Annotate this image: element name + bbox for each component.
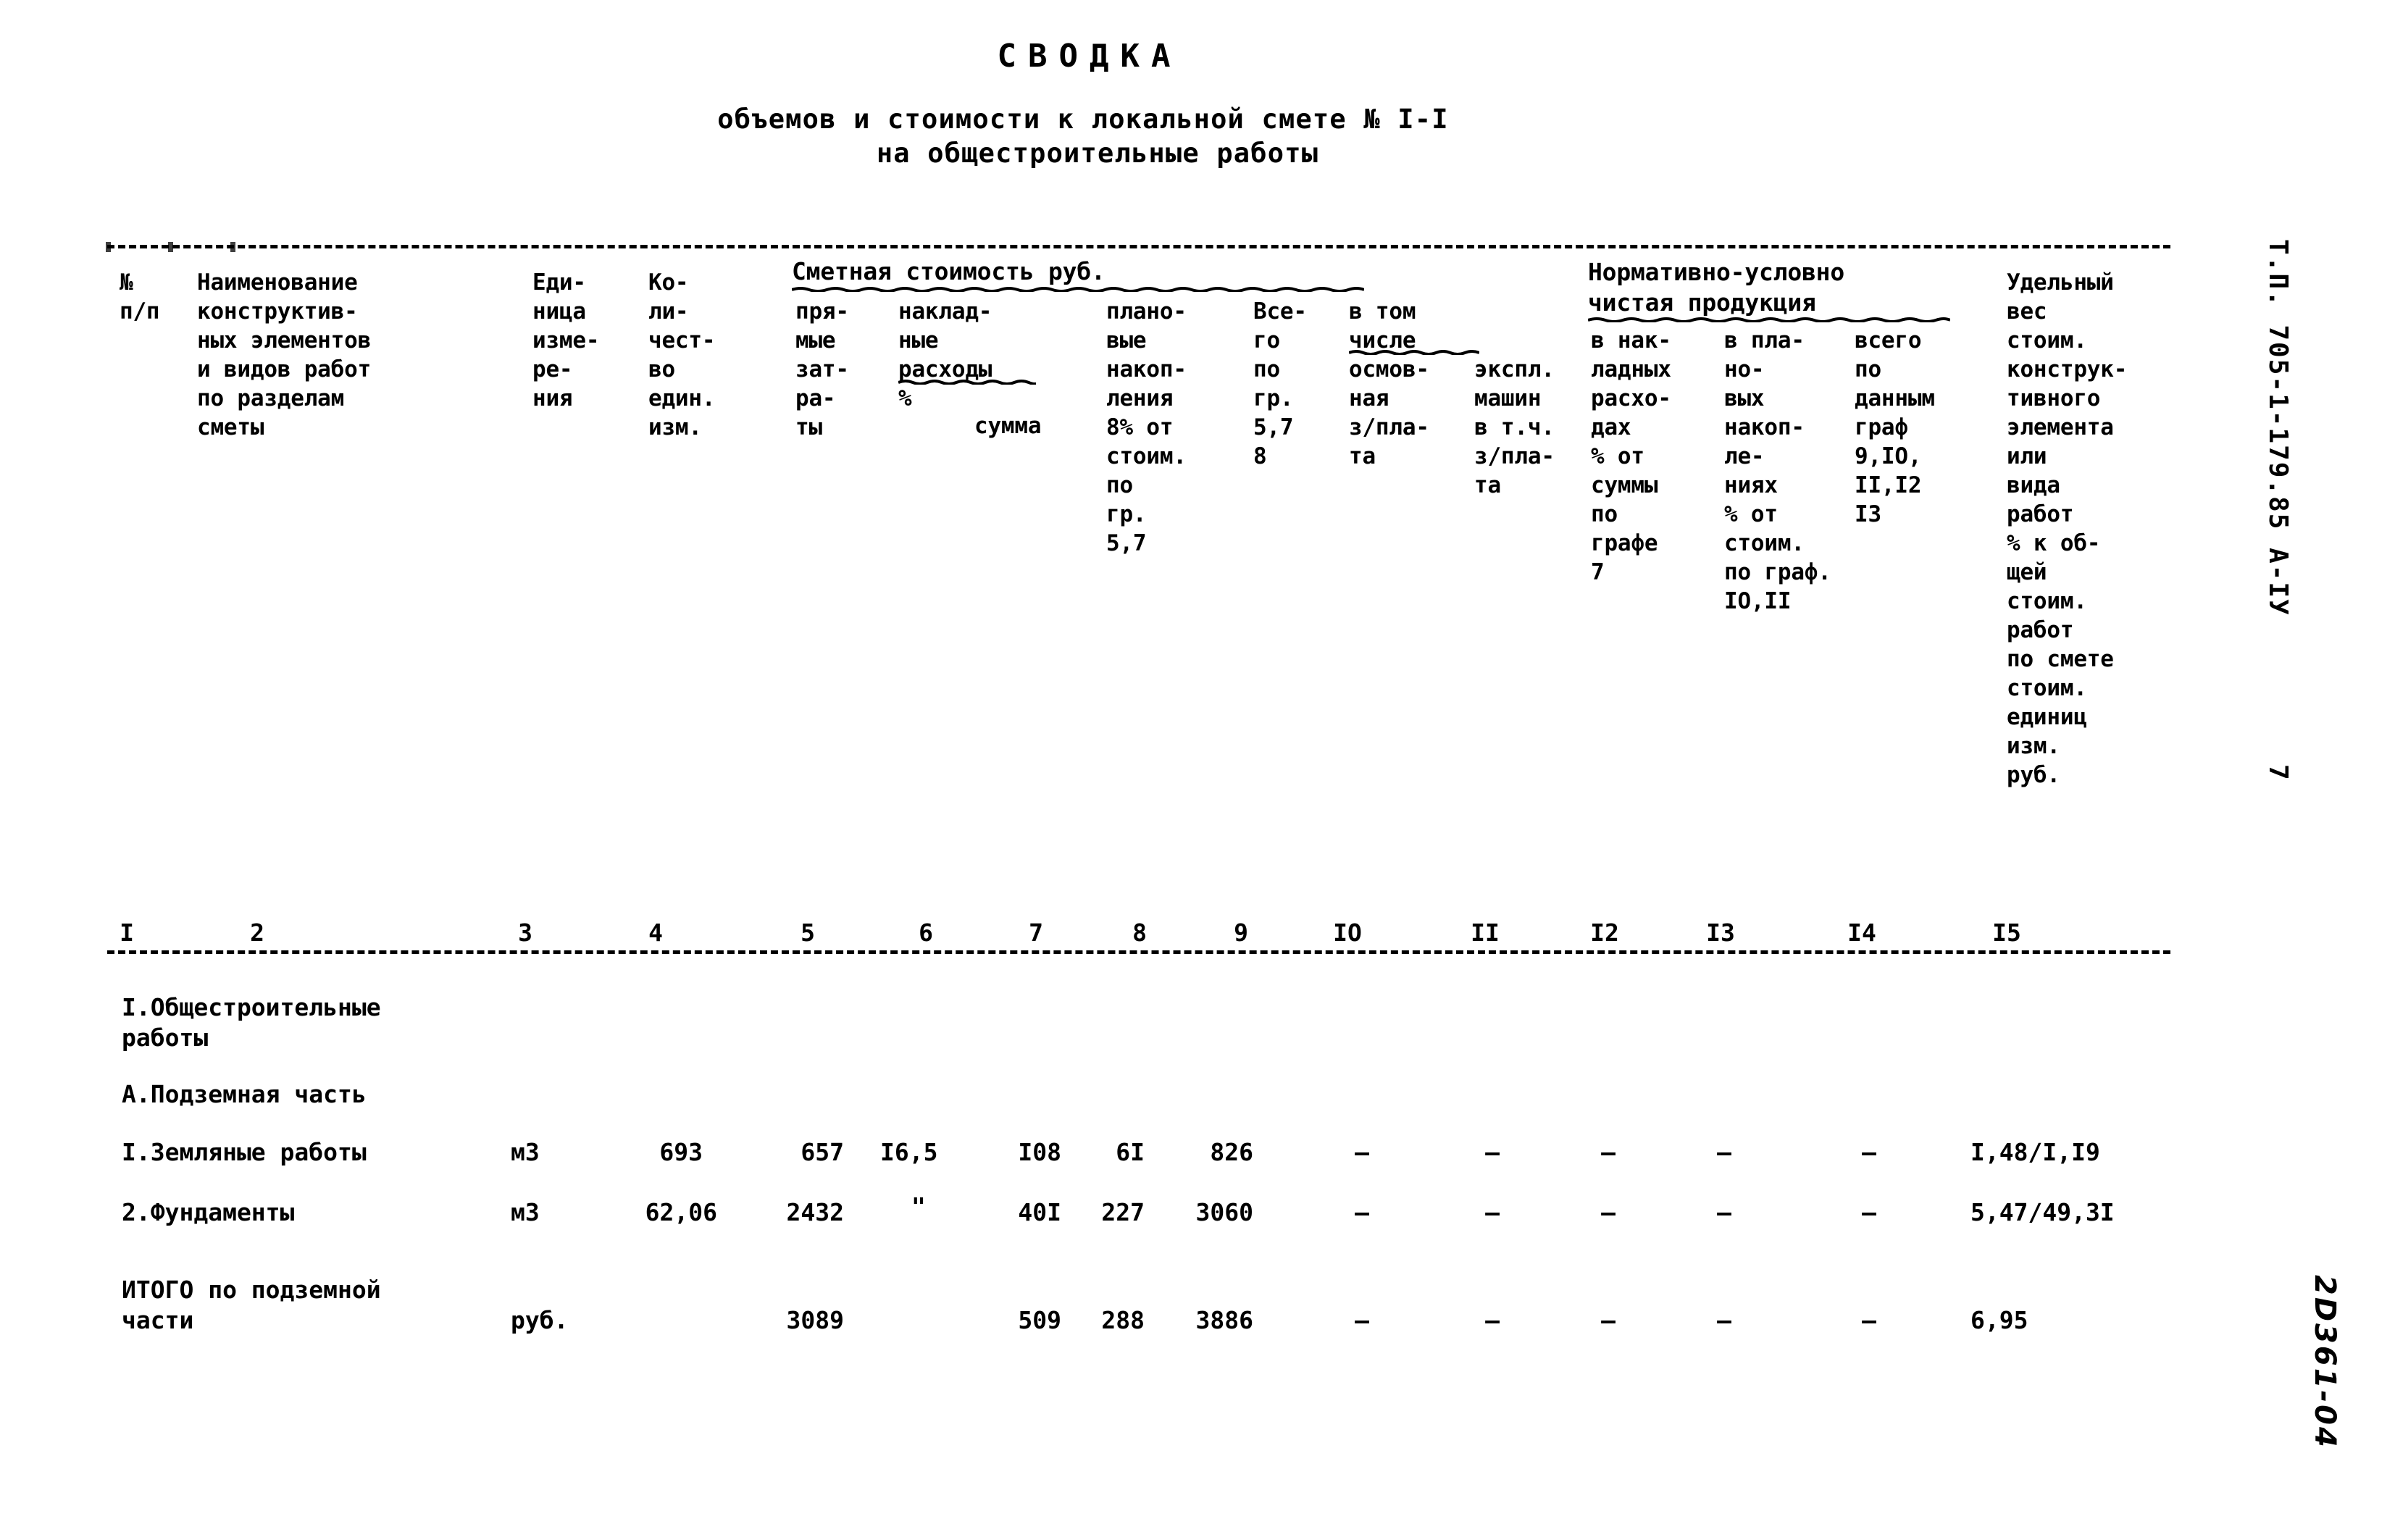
- colnum-7: 7: [1029, 918, 1043, 947]
- title-block: СВОДКА объемов и стоимости к локальной с…: [0, 38, 2166, 169]
- row-planned-savings: 227: [1101, 1198, 1145, 1226]
- colnum-3: 3: [518, 918, 532, 947]
- colnum-5: 5: [801, 918, 815, 947]
- row-machines: –: [1485, 1138, 1500, 1166]
- archive-number-stamp: 2D361-04: [2308, 1275, 2341, 1449]
- group-header-nucp: Нормативно-условно чистая продукция: [1588, 258, 1845, 317]
- col-header-planned-savings: плано- вые накоп- ления 8% от стоим. по …: [1106, 298, 1187, 556]
- row-share: 5,47/49,3I: [1970, 1198, 2115, 1226]
- col-header-basic-wage: в том числе осмов- ная з/пла- та: [1349, 298, 1429, 469]
- row-direct-costs: 657: [801, 1138, 844, 1166]
- colnum-6: 6: [919, 918, 933, 947]
- row-nucp-savings: –: [1717, 1306, 1731, 1334]
- page-subtitle-line2: на общестроительные работы: [876, 138, 1319, 169]
- section-row-underground-part: А.Подземная часть: [122, 1080, 367, 1108]
- row-name: ИТОГО по подземной части: [122, 1276, 381, 1334]
- page-title: СВОДКА: [997, 38, 1182, 75]
- col-header-name: Наименование конструктив- ных элементов …: [197, 269, 372, 440]
- colnum-8: 8: [1132, 918, 1147, 947]
- row-nucp-total: –: [1862, 1138, 1876, 1166]
- scan-artifact: [230, 242, 235, 252]
- colnum-12: I2: [1590, 918, 1619, 947]
- row-nucp-total: –: [1862, 1306, 1876, 1334]
- col-header-nucp-savings: в пла- но- вых накоп- ле- ниях % от стои…: [1724, 327, 1831, 614]
- row-nucp-overhead: –: [1601, 1138, 1616, 1166]
- row-total: 826: [1210, 1138, 1253, 1166]
- group-header-estimate-cost-underline: [792, 286, 1364, 292]
- colnum-1: I: [120, 918, 134, 947]
- col-header-overhead: наклад- ные расходы %: [898, 298, 992, 411]
- colnum-10: IO: [1333, 918, 1362, 947]
- row-nucp-savings: –: [1717, 1138, 1731, 1166]
- col-header-overhead-sum: сумма: [974, 413, 1042, 439]
- row-unit: м3: [511, 1138, 540, 1166]
- col-header-nucp-overhead: в нак- ладных расхо- дах % от суммы по г…: [1591, 327, 1671, 585]
- row-overhead-pct: I6,5: [880, 1138, 938, 1166]
- row-total: 3886: [1195, 1306, 1253, 1334]
- row-planned-savings: 6I: [1116, 1138, 1145, 1166]
- colnum-2: 2: [250, 918, 264, 947]
- row-unit: м3: [511, 1198, 540, 1226]
- row-total: 3060: [1195, 1198, 1253, 1226]
- row-nucp-overhead: –: [1601, 1306, 1616, 1334]
- row-quantity: 62,06: [645, 1198, 717, 1226]
- row-direct-costs: 3089: [786, 1306, 844, 1334]
- colnum-4: 4: [648, 918, 663, 947]
- row-quantity: 693: [659, 1138, 703, 1166]
- scan-artifact: [168, 242, 173, 252]
- col-header-direct-costs: пря- мые зат- ра- ты: [795, 298, 849, 440]
- row-planned-savings: 288: [1101, 1306, 1145, 1334]
- colnum-13: I3: [1706, 918, 1735, 947]
- row-share: 6,95: [1970, 1306, 2028, 1334]
- sheet-page-number-stamp: 7: [2263, 764, 2293, 780]
- row-basic-wage: –: [1355, 1306, 1369, 1334]
- group-header-nucp-underline: [1588, 317, 1950, 322]
- colnum-11: II: [1471, 918, 1500, 947]
- colnum-9: 9: [1234, 918, 1248, 947]
- col-header-nucp-total: всего по данным граф 9,IO, II,I2 I3: [1855, 327, 1935, 527]
- row-machines: –: [1485, 1306, 1500, 1334]
- row-overhead-pct: ": [911, 1192, 926, 1221]
- row-nucp-overhead: –: [1601, 1198, 1616, 1226]
- row-basic-wage: –: [1355, 1198, 1369, 1226]
- page-subtitle-line1: объемов и стоимости к локальной смете № …: [717, 104, 1449, 135]
- row-nucp-savings: –: [1717, 1198, 1731, 1226]
- col-header-machines: экспл. машин в т.ч. з/пла- та: [1474, 356, 1555, 498]
- column-number-row: I 2 3 4 5 6 7 8 9 IO II I2 I3 I4 I5: [0, 918, 2173, 962]
- col-header-number: № п/п: [120, 269, 160, 325]
- col-header-quantity: Ко- ли- чест- во един. изм.: [648, 269, 716, 440]
- col-header-share: Удельный вес стоим. конструк- тивного эл…: [2007, 269, 2128, 788]
- row-machines: –: [1485, 1198, 1500, 1226]
- section-row-general-works: I.Общестроительные работы: [122, 993, 381, 1052]
- row-overhead-sum: 40I: [1018, 1198, 1061, 1226]
- row-basic-wage: –: [1355, 1138, 1369, 1166]
- row-unit: руб.: [511, 1306, 569, 1334]
- sheet-code-stamp: Т.П. 705-1-179.85 А-IУ: [2263, 239, 2293, 616]
- row-nucp-total: –: [1862, 1198, 1876, 1226]
- col-header-overhead-underline: [898, 379, 1036, 385]
- col-header-unit: Еди- ница изме- ре- ния: [532, 269, 600, 411]
- colnum-15: I5: [1992, 918, 2021, 947]
- row-overhead-sum: I08: [1018, 1138, 1061, 1166]
- col-header-basic-wage-underline: [1349, 349, 1479, 355]
- row-name: I.Земляные работы: [122, 1138, 367, 1166]
- colnum-14: I4: [1847, 918, 1876, 947]
- group-header-estimate-cost: Сметная стоимость руб.: [792, 257, 1105, 285]
- col-header-total: Все- го по гр. 5,7 8: [1253, 298, 1307, 469]
- table-header: Сметная стоимость руб. Нормативно-условн…: [0, 257, 2173, 909]
- row-overhead-sum: 509: [1018, 1306, 1061, 1334]
- table-top-rule: [107, 245, 2170, 248]
- row-name: 2.Фундаменты: [122, 1198, 295, 1226]
- scan-artifact: [106, 242, 111, 252]
- row-share: I,48/I,I9: [1970, 1138, 2100, 1166]
- row-direct-costs: 2432: [786, 1198, 844, 1226]
